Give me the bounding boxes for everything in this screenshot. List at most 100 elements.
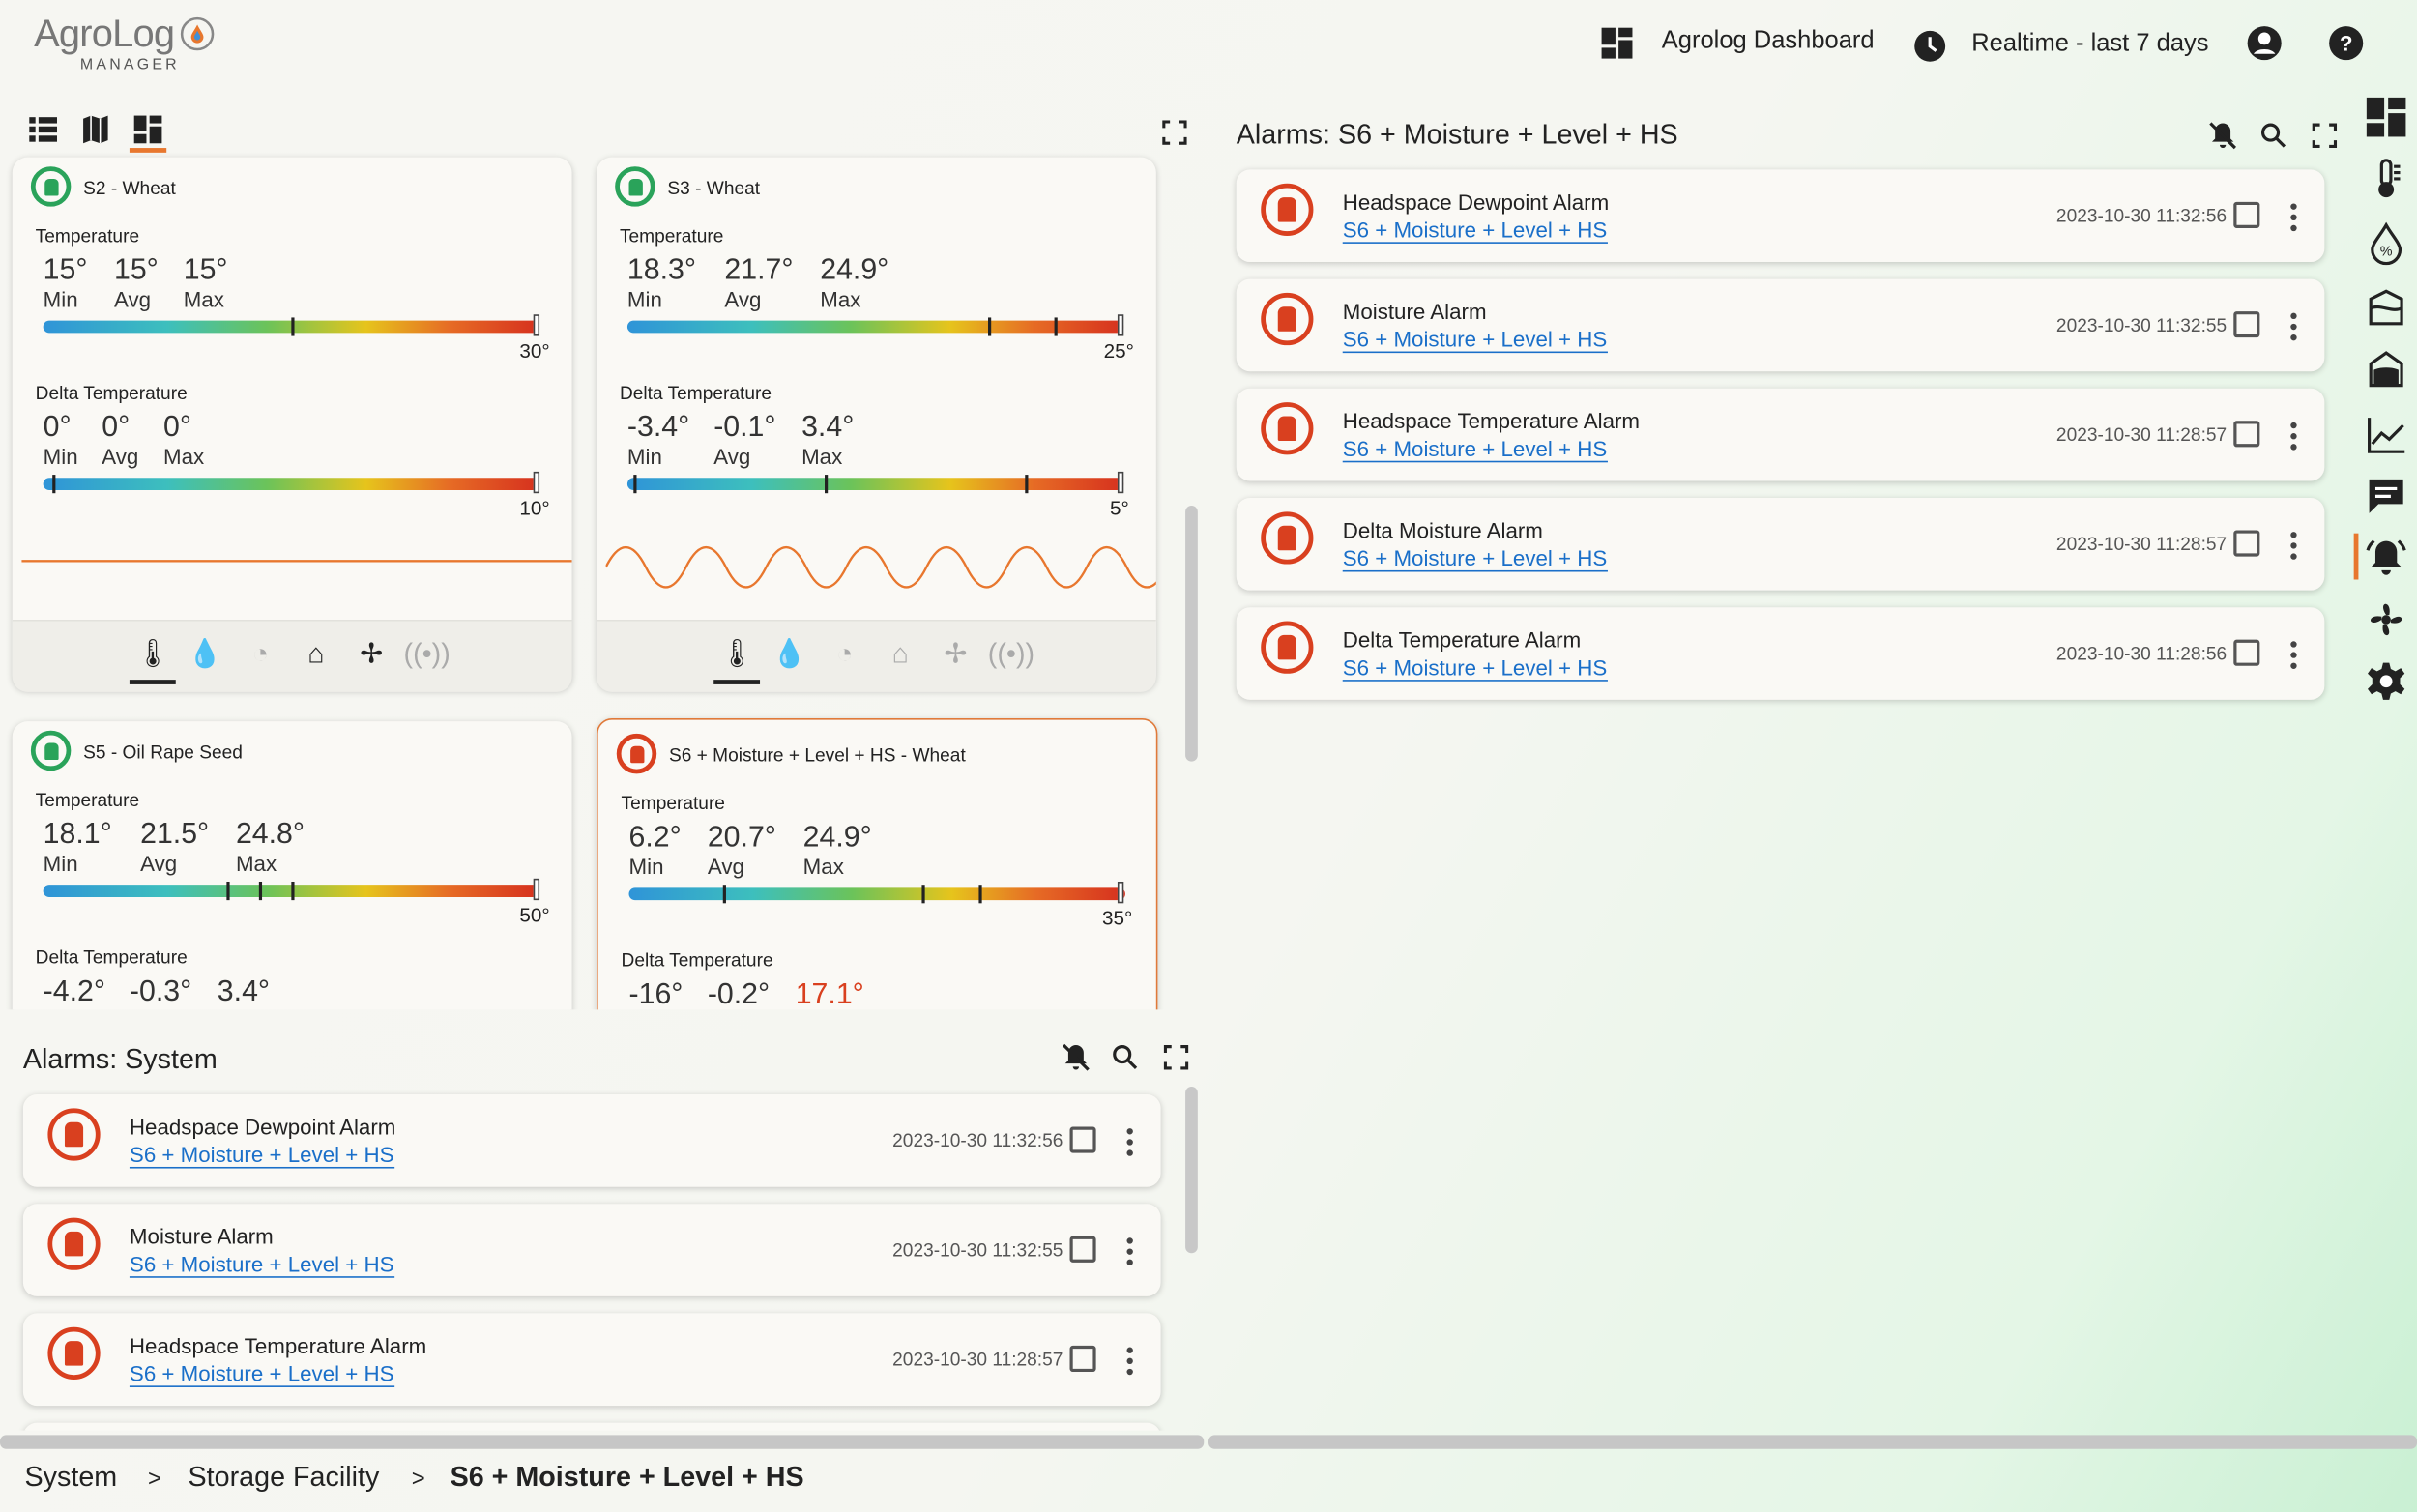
headspace-icon[interactable]: ⌂	[296, 633, 335, 673]
more-options-icon[interactable]	[2290, 422, 2297, 451]
acknowledge-checkbox[interactable]	[1069, 1345, 1096, 1373]
acknowledge-checkbox[interactable]	[2233, 311, 2260, 338]
alarm-title: Headspace Temperature Alarm	[129, 1333, 427, 1358]
map-view-icon[interactable]	[80, 114, 111, 145]
search-icon[interactable]	[1112, 1043, 1140, 1071]
headspace-icon[interactable]: ⌂	[880, 633, 919, 673]
temp-min-value: 18.1°	[43, 818, 112, 852]
silo-status-icon	[30, 166, 72, 207]
delta-avg-value: -0.2°	[707, 978, 771, 1010]
alarm-item[interactable]: Moisture Alarm S6 + Moisture + Level + H…	[1236, 278, 2325, 372]
fan-icon[interactable]: ✢	[352, 633, 392, 673]
silo-card-alarm[interactable]: S6 + Moisture + Level + HS - Wheat Tempe…	[597, 717, 1158, 1010]
silo-level-nav-icon[interactable]	[2365, 287, 2408, 331]
more-options-icon[interactable]	[1126, 1128, 1133, 1156]
fullscreen-icon[interactable]	[1162, 120, 1187, 145]
level-trend-line	[605, 546, 1156, 589]
help-icon[interactable]: ?	[2328, 25, 2365, 62]
more-options-icon[interactable]	[2290, 203, 2297, 232]
delta-avg-value: -0.1°	[713, 411, 776, 445]
more-options-icon[interactable]	[2290, 641, 2297, 669]
acknowledge-checkbox[interactable]	[2233, 530, 2260, 557]
settings-nav-icon[interactable]	[2365, 659, 2408, 703]
app-logo[interactable]: AgroLog MANAGER	[34, 10, 218, 77]
droplet-logo-icon	[180, 16, 215, 51]
alarm-source-link[interactable]: S6 + Moisture + Level + HS	[129, 1142, 394, 1169]
alarm-title: Headspace Temperature Alarm	[1342, 408, 1641, 434]
svg-text:%: %	[2380, 245, 2393, 260]
alarm-item[interactable]: Headspace Temperature Alarm S6 + Moistur…	[1236, 388, 2325, 481]
acknowledge-checkbox[interactable]	[2233, 421, 2260, 448]
alarm-source-link[interactable]: S6 + Moisture + Level + HS	[1342, 655, 1608, 682]
min-label: Min	[43, 444, 78, 469]
dashboard-selector[interactable]: Agrolog Dashboard	[1600, 25, 1893, 65]
alarm-item[interactable]: Moisture Alarm S6 + Moisture + Level + H…	[22, 1204, 1161, 1296]
logo-text: AgroLog	[34, 12, 175, 56]
alarm-item[interactable]: Delta Moisture Alarm S6 + Moisture + Lev…	[1236, 497, 2325, 591]
alarm-item[interactable]: Headspace Temperature Alarm S6 + Moistur…	[22, 1313, 1161, 1407]
alarm-bell-nav-icon[interactable]	[2365, 537, 2408, 580]
time-range-selector[interactable]: Realtime - last 7 days	[1913, 28, 2222, 68]
thermometer-icon[interactable]: 🌡	[716, 633, 756, 673]
acknowledge-checkbox[interactable]	[1069, 1126, 1096, 1153]
alarm-source-link[interactable]: S6 + Moisture + Level + HS	[129, 1361, 394, 1387]
left-horizontal-scrollbar[interactable]	[0, 1435, 1205, 1449]
more-options-icon[interactable]	[2290, 312, 2297, 341]
breadcrumb-item-storage-facility[interactable]: Storage Facility	[189, 1461, 380, 1493]
search-icon[interactable]	[2259, 122, 2287, 150]
chart-nav-icon[interactable]	[2365, 413, 2408, 456]
acknowledge-checkbox[interactable]	[2233, 639, 2260, 666]
alarm-source-link[interactable]: S6 + Moisture + Level + HS	[1342, 327, 1608, 354]
account-icon[interactable]	[2246, 25, 2283, 62]
delta-min-value: -3.4°	[626, 411, 690, 445]
alarm-source-link[interactable]: S6 + Moisture + Level + HS	[129, 1252, 394, 1278]
messages-nav-icon[interactable]	[2365, 475, 2408, 518]
avg-label: Avg	[102, 444, 139, 469]
silo-alarm-icon	[47, 1217, 101, 1270]
more-options-icon[interactable]	[1126, 1237, 1133, 1266]
moisture-nav-icon[interactable]: %	[2365, 221, 2408, 266]
moisture-icon[interactable]: 💧	[770, 633, 809, 673]
system-alarms-scrollbar[interactable]	[1185, 1087, 1198, 1254]
alarm-source-link[interactable]: S6 + Moisture + Level + HS	[1342, 218, 1608, 244]
alarm-title: Moisture Alarm	[1342, 299, 1487, 324]
silo-card[interactable]: S5 - Oil Rape Seed Temperature 18.1° 21.…	[12, 721, 572, 1010]
more-options-icon[interactable]	[1126, 1347, 1133, 1376]
mute-alarm-icon[interactable]	[1061, 1042, 1092, 1073]
wireless-icon[interactable]: ((•))	[404, 633, 451, 673]
temperature-label: Temperature	[619, 224, 724, 247]
alarm-item[interactable]: Headspace Dewpoint Alarm S6 + Moisture +…	[22, 1094, 1161, 1187]
silo-card[interactable]: S3 - Wheat Temperature 18.3° 21.7° 24.9°…	[597, 157, 1156, 692]
acknowledge-checkbox[interactable]	[2233, 201, 2260, 228]
alarm-item-partial[interactable]	[22, 1422, 1161, 1431]
thermometer-nav-icon[interactable]	[2365, 158, 2408, 201]
acknowledge-checkbox[interactable]	[1069, 1236, 1096, 1263]
max-label: Max	[183, 286, 224, 312]
fullscreen-icon[interactable]	[1163, 1045, 1189, 1070]
headspace-nav-icon[interactable]	[2365, 348, 2408, 392]
mute-alarm-icon[interactable]	[2207, 120, 2238, 151]
silo-level-icon[interactable]: ◔	[825, 633, 864, 673]
alarm-source-link[interactable]: S6 + Moisture + Level + HS	[1342, 545, 1608, 572]
temp-scale-max: 25°	[1103, 338, 1134, 363]
fan-nav-icon[interactable]	[2365, 598, 2408, 642]
wireless-icon[interactable]: ((•))	[988, 633, 1034, 673]
more-options-icon[interactable]	[2290, 532, 2297, 560]
right-horizontal-scrollbar[interactable]	[1208, 1435, 2417, 1449]
dashboard-nav-icon[interactable]	[2365, 96, 2408, 139]
breadcrumb-item-system[interactable]: System	[25, 1461, 118, 1493]
grid-view-icon[interactable]	[132, 114, 163, 145]
cards-scrollbar[interactable]	[1185, 505, 1198, 762]
fullscreen-icon[interactable]	[2312, 123, 2338, 149]
temp-max-value: 24.9°	[802, 821, 872, 855]
fan-icon[interactable]: ✢	[936, 633, 976, 673]
alarm-item[interactable]: Delta Temperature Alarm S6 + Moisture + …	[1236, 607, 2325, 700]
moisture-icon[interactable]: 💧	[185, 633, 224, 673]
thermometer-icon[interactable]: 🌡	[132, 633, 172, 673]
silo-level-icon[interactable]: ◔	[241, 633, 280, 673]
alarm-item[interactable]: Headspace Dewpoint Alarm S6 + Moisture +…	[1236, 169, 2325, 263]
silo-card[interactable]: S2 - Wheat Temperature 15° 15° 15° Min A…	[12, 157, 572, 692]
temp-avg-value: 21.7°	[724, 254, 794, 287]
alarm-source-link[interactable]: S6 + Moisture + Level + HS	[1342, 436, 1608, 463]
list-view-icon[interactable]	[28, 114, 59, 145]
